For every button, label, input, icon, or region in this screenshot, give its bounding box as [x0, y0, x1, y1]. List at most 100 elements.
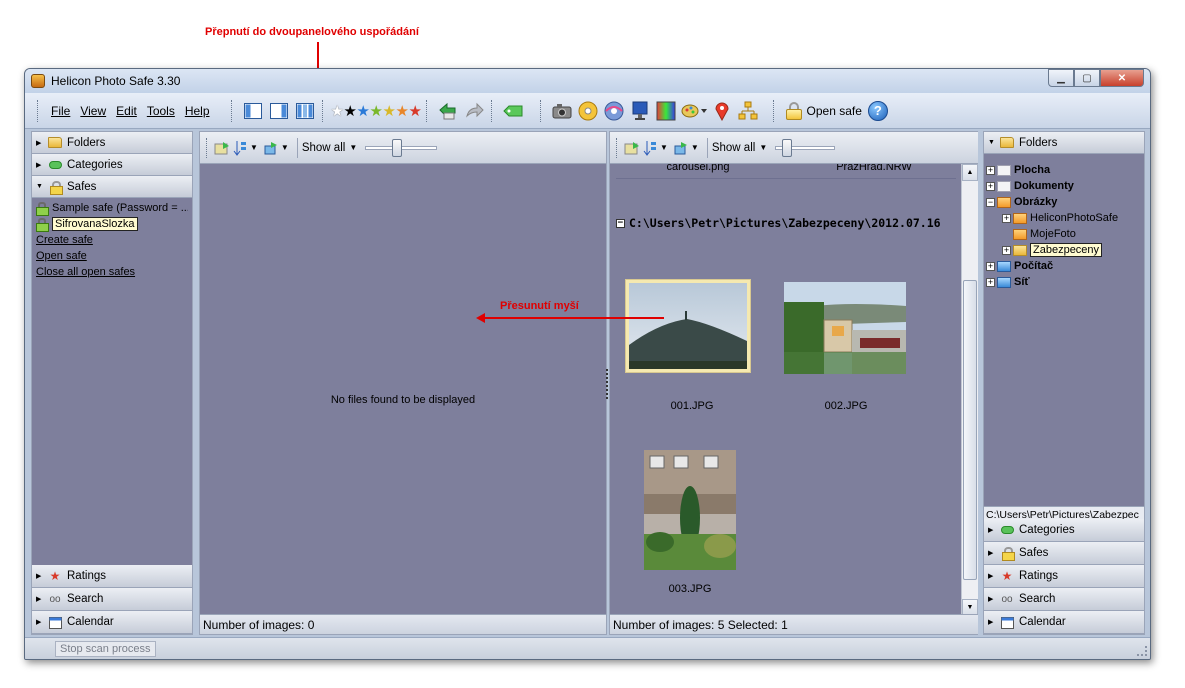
expand-icon[interactable]: +	[986, 165, 995, 175]
close-button[interactable]: ✕	[1100, 69, 1144, 87]
refresh-images-icon[interactable]	[213, 139, 231, 157]
dropdown-arrow-icon[interactable]: ▼	[660, 143, 668, 152]
star-empty-icon[interactable]: ★	[331, 102, 344, 120]
expand-icon[interactable]: +	[1002, 245, 1011, 255]
color-effects-icon[interactable]	[655, 100, 677, 122]
family-tree-icon[interactable]	[737, 100, 759, 122]
open-safe-link[interactable]: Open safe	[36, 248, 188, 264]
group-by-icon[interactable]	[262, 139, 280, 157]
safe-item-selected[interactable]: SifrovanaSlozka	[36, 216, 188, 232]
palette-dropdown-icon[interactable]	[681, 100, 707, 122]
resize-grip-icon[interactable]	[1137, 646, 1147, 656]
tree-item-heliconphotosafe[interactable]: + HeliconPhotoSafe	[986, 210, 1144, 226]
image-thumbnail[interactable]	[784, 282, 906, 374]
camera-import-icon[interactable]	[551, 100, 573, 122]
star-orange-icon[interactable]: ★	[396, 102, 409, 120]
tree-item-sit[interactable]: + Síť	[986, 274, 1144, 290]
show-all-dropdown[interactable]: Show all	[712, 142, 755, 154]
image-thumbnail[interactable]	[644, 450, 736, 570]
tree-item-plocha[interactable]: + Plocha	[986, 162, 1144, 178]
tree-item-obrazky[interactable]: − Obrázky	[986, 194, 1144, 210]
thumbnail-size-slider[interactable]	[775, 138, 836, 157]
vertical-scrollbar[interactable]: ▲ ▼	[961, 164, 978, 616]
web-gallery-icon[interactable]	[603, 100, 625, 122]
menu-help[interactable]: Help	[180, 104, 215, 118]
safe-item[interactable]: Sample safe (Password = ...	[36, 200, 188, 216]
slideshow-monitor-icon[interactable]	[629, 100, 651, 122]
dropdown-arrow-icon[interactable]: ▼	[349, 143, 357, 152]
tag-icon[interactable]	[502, 100, 524, 122]
star-yellow-icon[interactable]: ★	[383, 102, 396, 120]
tree-item-dokumenty[interactable]: + Dokumenty	[986, 178, 1144, 194]
accordion-folders[interactable]: ▶ Folders	[32, 132, 192, 154]
thumbnail-size-slider[interactable]	[365, 138, 438, 157]
tree-item-mojefoto[interactable]: MojeFoto	[986, 226, 1144, 242]
group-by-icon[interactable]	[672, 139, 690, 157]
accordion-calendar[interactable]: ▶ Calendar	[984, 611, 1144, 634]
toolbar-grip[interactable]	[321, 99, 325, 122]
maximize-button[interactable]: ▢	[1074, 69, 1100, 87]
right-panel-layout-icon[interactable]	[268, 100, 290, 122]
minimize-button[interactable]: ▁	[1048, 69, 1074, 87]
collapse-group-icon[interactable]: −	[616, 218, 625, 228]
menu-edit[interactable]: Edit	[111, 104, 142, 118]
tree-item-zabezpeceny-selected[interactable]: + Zabezpeceny	[986, 242, 1144, 258]
collapse-icon[interactable]: −	[986, 197, 995, 207]
dual-panel-layout-icon[interactable]	[294, 100, 316, 122]
toolbar-grip[interactable]	[539, 99, 543, 122]
share-gray-icon[interactable]	[463, 100, 485, 122]
accordion-search[interactable]: ▶ oo Search	[32, 588, 192, 611]
image-thumbnail-selected[interactable]	[626, 280, 750, 372]
menu-view[interactable]: View	[75, 104, 111, 118]
scroll-up-icon[interactable]: ▲	[962, 164, 978, 181]
sort-icon[interactable]	[641, 139, 659, 157]
create-safe-link[interactable]: Create safe	[36, 232, 188, 248]
scroll-thumb[interactable]	[963, 280, 977, 580]
stop-scan-button[interactable]: Stop scan process	[55, 640, 156, 657]
accordion-folders[interactable]: ▼ Folders	[984, 132, 1144, 154]
toolbar-grip[interactable]	[616, 137, 619, 158]
center-splitter[interactable]	[606, 369, 611, 399]
expand-icon[interactable]: +	[986, 261, 995, 271]
accordion-safes[interactable]: ▼ Safes	[32, 176, 192, 198]
toolbar-grip[interactable]	[425, 99, 429, 122]
right-splitter[interactable]	[978, 131, 983, 635]
export-green-icon[interactable]	[437, 100, 459, 122]
expand-icon[interactable]: +	[986, 181, 995, 191]
accordion-ratings[interactable]: ▶ ★ Ratings	[984, 565, 1144, 588]
help-icon[interactable]: ?	[867, 100, 888, 121]
tree-item-pocitac[interactable]: + Počítač	[986, 258, 1144, 274]
star-green-icon[interactable]: ★	[370, 102, 383, 120]
dropdown-arrow-icon[interactable]: ▼	[250, 143, 258, 152]
accordion-categories[interactable]: ▶ Categories	[984, 519, 1144, 542]
burn-disc-icon[interactable]	[577, 100, 599, 122]
dropdown-arrow-icon[interactable]: ▼	[759, 143, 767, 152]
slider-thumb[interactable]	[392, 138, 403, 157]
menu-file[interactable]: File	[46, 104, 75, 118]
geotag-pin-icon[interactable]	[711, 100, 733, 122]
single-panel-layout-icon[interactable]	[242, 100, 264, 122]
accordion-safes[interactable]: ▶ Safes	[984, 542, 1144, 565]
accordion-calendar[interactable]: ▶ Calendar	[32, 611, 192, 634]
dropdown-arrow-icon[interactable]: ▼	[281, 143, 289, 152]
accordion-ratings[interactable]: ▶ ★ Ratings	[32, 565, 192, 588]
left-splitter[interactable]	[193, 131, 198, 635]
show-all-dropdown[interactable]: Show all	[302, 142, 345, 154]
slider-thumb[interactable]	[782, 138, 793, 157]
star-blue-icon[interactable]: ★	[357, 102, 370, 120]
star-black-icon[interactable]: ★	[344, 102, 357, 120]
toolbar-grip[interactable]	[206, 137, 209, 158]
toolbar-grip[interactable]	[490, 99, 494, 122]
group-header[interactable]: − C:\Users\Petr\Pictures\Zabezpeceny\201…	[616, 216, 941, 230]
star-red-icon[interactable]: ★	[409, 102, 422, 120]
toolbar-grip[interactable]	[230, 99, 234, 122]
refresh-images-icon[interactable]	[623, 139, 641, 157]
toolbar-grip[interactable]	[37, 99, 40, 122]
close-all-safes-link[interactable]: Close all open safes	[36, 264, 188, 280]
expand-icon[interactable]: +	[986, 277, 995, 287]
menu-tools[interactable]: Tools	[142, 104, 180, 118]
toolbar-grip[interactable]	[772, 99, 776, 122]
expand-icon[interactable]: +	[1002, 213, 1011, 223]
dropdown-arrow-icon[interactable]: ▼	[691, 143, 699, 152]
accordion-search[interactable]: ▶ oo Search	[984, 588, 1144, 611]
